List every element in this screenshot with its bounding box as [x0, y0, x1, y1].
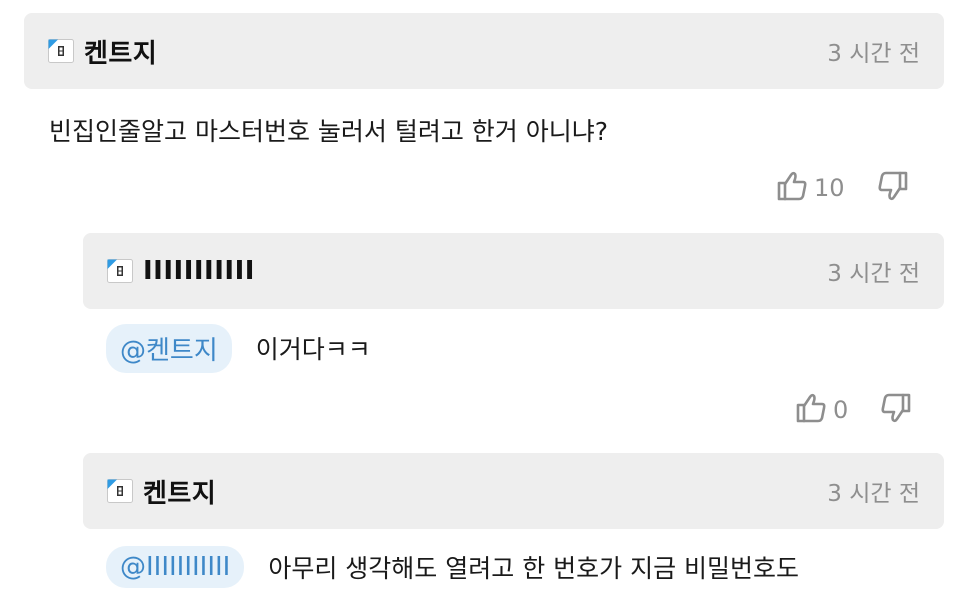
comment-header: 켄트지 3 시간 전: [24, 13, 944, 89]
thumbs-down-icon: [878, 391, 912, 429]
vote-row: 0: [795, 392, 912, 428]
author-name[interactable]: 켄트지: [143, 473, 216, 510]
reply-text: @IIIIIIIIIII 아무리 생각해도 열려고 한 번호가 지금 비밀번호도: [106, 544, 799, 590]
like-count: 10: [814, 174, 845, 202]
level-badge-icon: [107, 479, 133, 503]
comment-text-content: 아무리 생각해도 열려고 한 번호가 지금 비밀번호도: [268, 554, 800, 583]
comment-author[interactable]: IIIIIIIIIII: [107, 256, 255, 286]
timestamp: 3 시간 전: [827, 41, 920, 67]
comment-text-content: 빈집인줄알고 마스터번호 눌러서 털려고 한거 아니냐?: [49, 117, 609, 146]
like-count: 0: [833, 396, 849, 424]
thumbs-down-icon: [875, 169, 909, 207]
timestamp: 3 시간 전: [827, 261, 920, 287]
mention-tag[interactable]: @켄트지: [106, 323, 232, 373]
comment-author[interactable]: 켄트지: [48, 33, 157, 70]
reply-header: 켄트지 3 시간 전: [83, 453, 944, 529]
like-button[interactable]: 0: [795, 391, 878, 429]
reply-text: @켄트지 이거다ㅋㅋ: [106, 323, 371, 373]
reply-header: IIIIIIIIIII 3 시간 전: [83, 233, 944, 309]
comment-author[interactable]: 켄트지: [107, 473, 216, 510]
comment-text: 빈집인줄알고 마스터번호 눌러서 털려고 한거 아니냐?: [49, 112, 608, 148]
timestamp: 3 시간 전: [827, 481, 920, 507]
dislike-button[interactable]: [875, 169, 909, 207]
thumbs-up-icon: [795, 391, 829, 429]
author-name[interactable]: IIIIIIIIIII: [143, 256, 255, 286]
level-badge-icon: [107, 259, 133, 283]
level-badge-icon: [48, 39, 74, 63]
mention-tag[interactable]: @IIIIIIIIIII: [106, 546, 245, 588]
comment-text-content: 이거다ㅋㅋ: [255, 335, 371, 364]
dislike-button[interactable]: [878, 391, 912, 429]
author-name[interactable]: 켄트지: [84, 33, 157, 70]
vote-row: 10: [776, 170, 909, 206]
thumbs-up-icon: [776, 169, 810, 207]
like-button[interactable]: 10: [776, 169, 875, 207]
